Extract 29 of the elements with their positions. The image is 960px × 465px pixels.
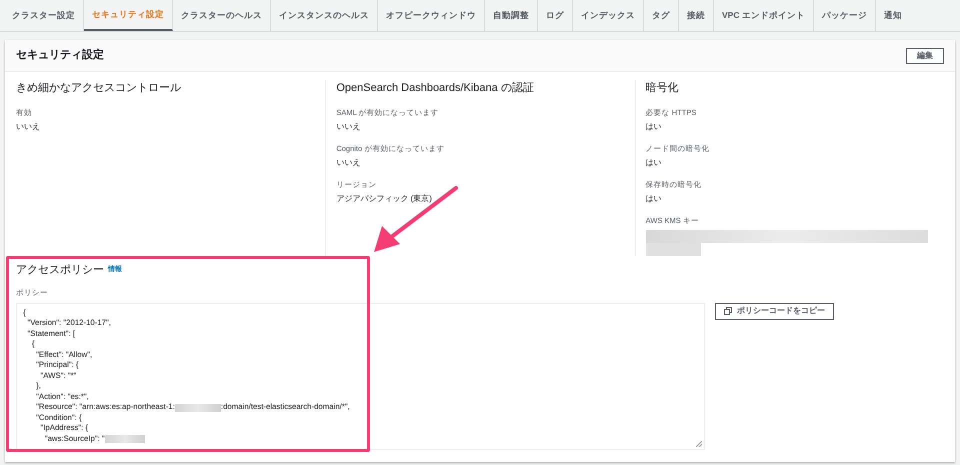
tab[interactable]: 自動調整 xyxy=(485,0,538,31)
tab[interactable]: インスタンスのヘルス xyxy=(271,0,378,31)
copy-icon xyxy=(724,307,732,316)
tab[interactable]: クラスター設定 xyxy=(4,0,84,31)
resize-handle-icon[interactable] xyxy=(696,440,702,447)
column-title: 暗号化 xyxy=(646,80,680,96)
tab[interactable]: オフピークウィンドウ xyxy=(378,0,485,31)
column-title: OpenSearch Dashboards/Kibana の認証 xyxy=(336,81,535,96)
tab[interactable]: タグ xyxy=(644,0,679,31)
field-value: はい xyxy=(646,157,663,169)
tab[interactable]: クラスターのヘルス xyxy=(173,0,271,31)
field-value: いいえ xyxy=(336,157,362,169)
tab[interactable]: インデックス xyxy=(573,0,644,31)
card-title: セキュリティ設定 xyxy=(16,48,104,64)
tab[interactable]: ログ xyxy=(538,0,573,31)
tab[interactable]: パッケージ xyxy=(814,0,876,31)
field-value: いいえ xyxy=(16,120,41,133)
field-value: はい xyxy=(646,120,663,133)
policy-code-field[interactable] xyxy=(16,302,705,450)
copy-policy-button[interactable]: ポリシーコードをコピー xyxy=(715,302,834,320)
field-value: アジアパシフィック (東京) xyxy=(336,193,433,206)
column-title: きめ細かなアクセスコントロール xyxy=(16,81,182,96)
tab[interactable]: VPC エンドポイント xyxy=(714,0,814,31)
edit-button[interactable]: 編集 xyxy=(906,48,944,64)
tab[interactable]: 通知 xyxy=(876,0,910,31)
section-title: アクセスポリシー xyxy=(16,263,104,278)
tab[interactable]: 接続 xyxy=(679,0,714,31)
field-value: はい xyxy=(646,193,663,206)
field-value: いいえ xyxy=(336,120,362,133)
